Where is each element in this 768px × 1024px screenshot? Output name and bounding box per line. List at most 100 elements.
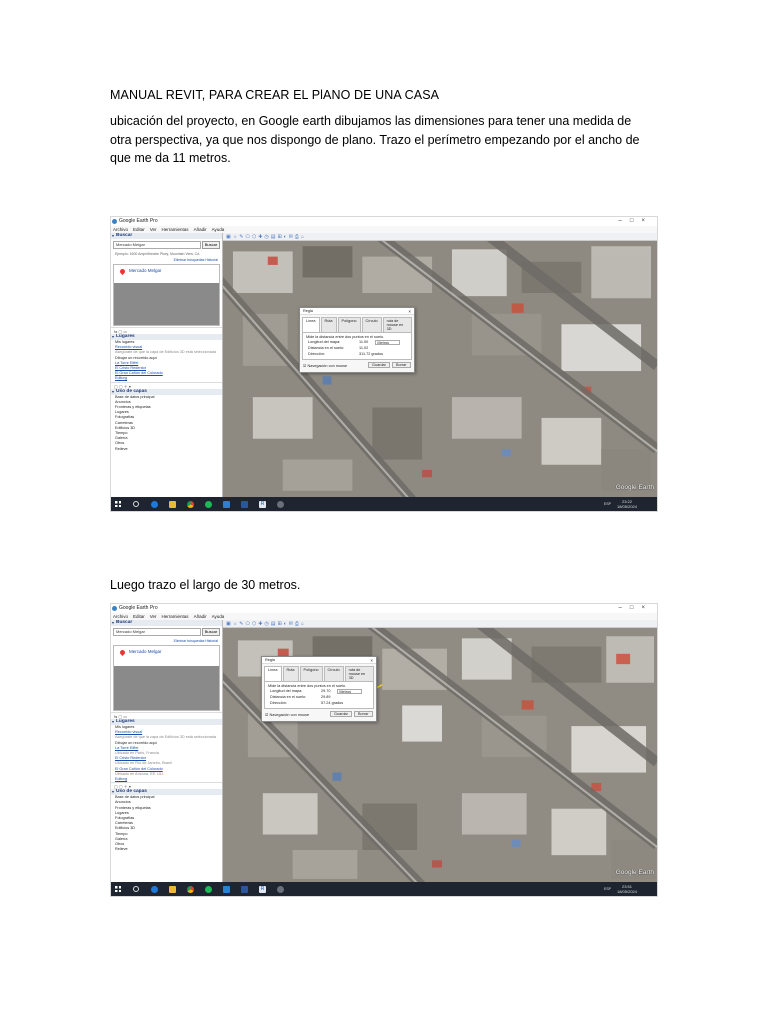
places-tree: Mis lugares Recorrido visual Asegúrate d… [111, 340, 222, 382]
mouse-nav-checkbox[interactable]: ☑ Navegación con mouse [265, 712, 309, 717]
close-icon[interactable]: × [408, 308, 411, 315]
clear-button[interactable]: Borrar [392, 362, 411, 368]
revit-icon[interactable]: R [259, 501, 266, 508]
tab-circulo[interactable]: Círculo [323, 666, 344, 681]
search-button[interactable]: Buscar [202, 241, 220, 249]
menu-ver[interactable]: Ver [150, 227, 157, 232]
ruler-footer: ☑ Navegación con mouse Guardar Borrar [302, 361, 412, 370]
heading-row: Dirección: 57.24 grados [268, 700, 370, 706]
results-toolbar[interactable]: ⇆ ▢ ▭ [111, 327, 222, 334]
menu-anadir[interactable]: Añadir [194, 614, 207, 619]
menu-herramientas[interactable]: Herramientas [162, 227, 189, 232]
layers-tree: Base de datos principal Anuncios Fronter… [111, 795, 222, 852]
mouse-nav-label: Navegación con mouse [307, 364, 348, 368]
word-icon[interactable] [241, 886, 248, 893]
ruler-dialog: Regla × Línea Ruta Polígono Círculo ruta… [299, 307, 415, 373]
menu-archivo[interactable]: Archivo [113, 614, 128, 619]
word-icon[interactable] [241, 501, 248, 508]
windows-taskbar: R ESP 23:51 18/05/2024 [111, 882, 657, 896]
system-clock[interactable]: 23:22 18/05/2024 [617, 499, 637, 509]
search-icon[interactable] [133, 886, 139, 892]
window-controls[interactable]: –□× [619, 604, 653, 613]
search-links[interactable]: Eliminar búsquedas Historial [111, 257, 222, 263]
map-toolbar[interactable]: ▣☼✎⬠⬡✚◷▤⊞◐✉⎙⌂ [223, 620, 657, 628]
edge-icon[interactable] [151, 886, 158, 893]
tree-item: Asegúrate de que la capa de Edificios 3D… [115, 350, 217, 355]
search-links[interactable]: Eliminar búsquedas Historial [111, 638, 222, 644]
places-toolbar[interactable]: ▢ ▢ ＋ ▾ [111, 381, 222, 389]
places-panel-header[interactable]: Lugares [111, 719, 222, 725]
menu-ayuda[interactable]: Ayuda [212, 227, 225, 232]
tab-ruta-3d[interactable]: ruta de mouse en 3D [344, 666, 374, 681]
search-row: Mercado Melgar Buscar [113, 628, 220, 638]
tab-linea[interactable]: Línea [302, 317, 320, 332]
save-button[interactable]: Guardar [330, 711, 352, 717]
search-panel-header[interactable]: Buscar [111, 233, 222, 239]
windows-start-icon[interactable] [115, 886, 121, 892]
search-icon[interactable] [133, 501, 139, 507]
layers-panel-header[interactable]: Uso de capas [111, 789, 222, 796]
search-button[interactable]: Buscar [202, 628, 220, 636]
google-earth-screenshot-2: Google Earth Pro –□× Archivo Editar Ver Her… [110, 603, 658, 897]
file-explorer-icon[interactable] [169, 886, 176, 893]
tab-circulo[interactable]: Círculo [361, 317, 382, 332]
result-item[interactable]: Mercado Melgar [129, 268, 162, 273]
layers-panel-header[interactable]: Uso de capas [111, 388, 222, 395]
menu-herramientas[interactable]: Herramientas [162, 614, 189, 619]
tab-ruta[interactable]: Ruta [320, 317, 337, 332]
results-toolbar[interactable]: ⇆ ▢ ▭ [111, 712, 222, 719]
unit-select[interactable]: Metros [375, 339, 400, 345]
chrome-icon[interactable] [187, 501, 194, 508]
google-earth-icon[interactable] [277, 501, 284, 508]
ruler-dialog: Regla × Línea Ruta Polígono Círculo ruta… [261, 656, 377, 722]
save-button[interactable]: Guardar [368, 362, 390, 368]
satellite-map-view[interactable]: ▣☼✎⬠⬡✚◷▤⊞◐✉⎙⌂ Regla × Línea Ruta Polígon… [223, 233, 657, 497]
map-toolbar[interactable]: ▣☼✎⬠⬡✚◷▤⊞◐✉⎙⌂ [223, 233, 657, 241]
windows-start-icon[interactable] [115, 501, 121, 507]
sidebar-panel: Buscar Mercado Melgar Buscar Eliminar bú… [111, 620, 223, 882]
satellite-map-view[interactable]: ▣☼✎⬠⬡✚◷▤⊞◐✉⎙⌂ Regla × Línea Ruta Polígon… [223, 620, 657, 882]
menu-ayuda[interactable]: Ayuda [212, 614, 225, 619]
tab-poligono[interactable]: Polígono [337, 317, 361, 332]
menu-ver[interactable]: Ver [150, 614, 157, 619]
mouse-nav-checkbox[interactable]: ☑ Navegación con mouse [303, 363, 347, 368]
spotify-icon[interactable] [205, 886, 212, 893]
window-controls[interactable]: –□× [619, 217, 653, 226]
placemark-pin-icon [118, 267, 127, 276]
language-indicator[interactable]: ESP [604, 887, 611, 891]
layer-item[interactable]: Relieve [115, 447, 222, 452]
system-clock[interactable]: 23:51 18/05/2024 [617, 884, 637, 894]
places-panel-header[interactable]: Lugares [111, 334, 222, 340]
tab-ruta[interactable]: Ruta [282, 666, 299, 681]
menu-editar[interactable]: Editar [133, 614, 145, 619]
menu-archivo[interactable]: Archivo [113, 227, 128, 232]
results-empty-area [114, 283, 219, 325]
ruler-body: Mide la distancia entre dos puntos en el… [264, 681, 374, 709]
search-input[interactable]: Mercado Melgar [113, 241, 201, 249]
close-icon[interactable]: × [370, 657, 373, 664]
google-earth-icon[interactable] [277, 886, 284, 893]
chrome-icon[interactable] [187, 886, 194, 893]
file-explorer-icon[interactable] [169, 501, 176, 508]
mail-icon[interactable] [223, 886, 230, 893]
mail-icon[interactable] [223, 501, 230, 508]
tab-ruta-3d[interactable]: ruta de mouse en 3D [382, 317, 412, 332]
layer-item[interactable]: Relieve [115, 847, 222, 852]
language-indicator[interactable]: ESP [604, 502, 611, 506]
layers-tree: Base de datos principal Anuncios Fronter… [111, 395, 222, 452]
menu-editar[interactable]: Editar [133, 227, 145, 232]
ruler-title: Regla [262, 657, 376, 664]
revit-icon[interactable]: R [259, 886, 266, 893]
clear-button[interactable]: Borrar [354, 711, 373, 717]
google-earth-icon [112, 219, 117, 224]
search-panel-header[interactable]: Buscar [111, 620, 222, 626]
search-input[interactable]: Mercado Melgar [113, 628, 201, 636]
heading-value: 311.72 grados [359, 352, 384, 356]
tab-poligono[interactable]: Polígono [299, 666, 323, 681]
tab-linea[interactable]: Línea [264, 666, 282, 681]
edge-icon[interactable] [151, 501, 158, 508]
unit-select[interactable]: Metros [337, 688, 362, 694]
spotify-icon[interactable] [205, 501, 212, 508]
result-item[interactable]: Mercado Melgar [129, 649, 162, 654]
menu-anadir[interactable]: Añadir [194, 227, 207, 232]
